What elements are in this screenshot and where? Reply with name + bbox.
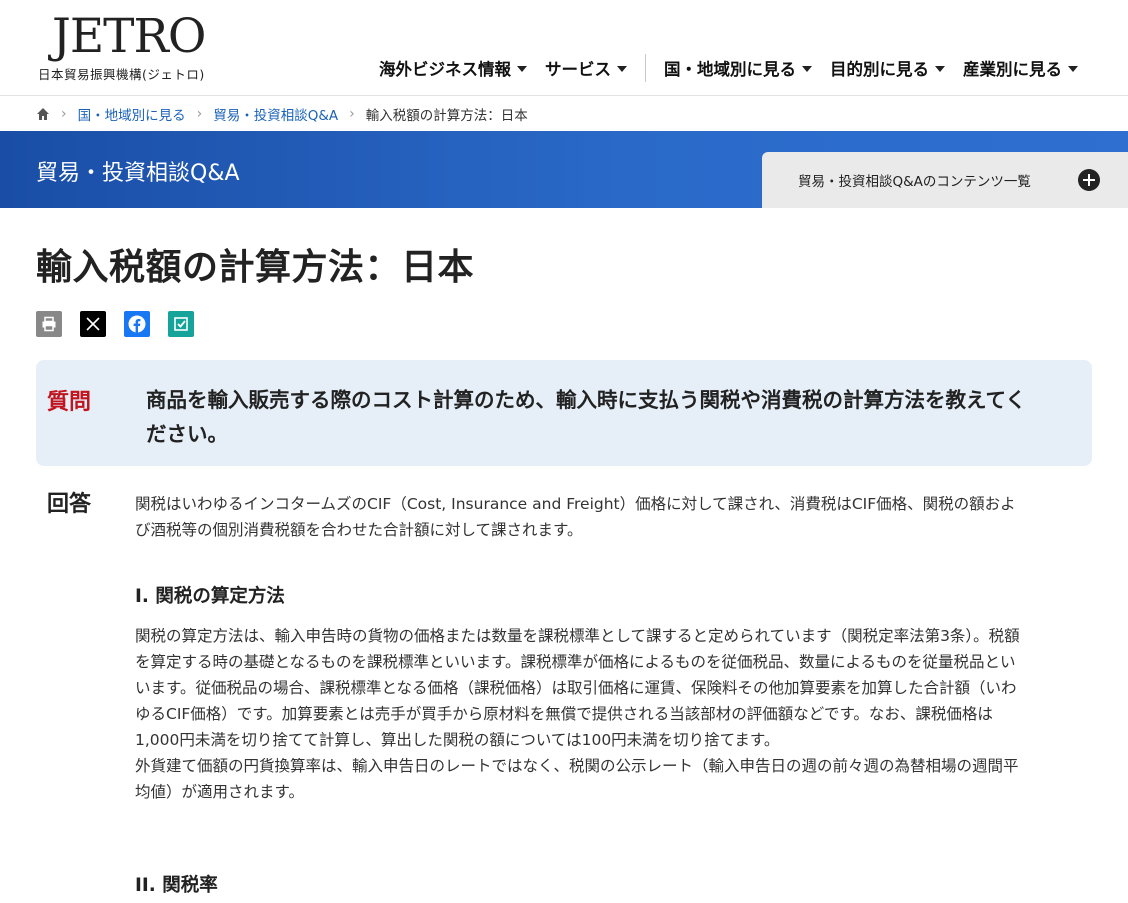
breadcrumb-current: 輸入税額の計算方法：日本	[365, 108, 528, 124]
caret-down-icon	[1068, 66, 1078, 72]
question-box: 質問 商品を輸入販売する際のコスト計算のため、輸入時に支払う関税や消費税の計算方…	[36, 360, 1092, 466]
nav-overseas-business-info[interactable]: 海外ビジネス情報	[379, 56, 527, 80]
jetro-logo[interactable]: JETRO 日本貿易振興機構(ジェトロ)	[38, 10, 208, 84]
facebook-share-button[interactable]	[124, 311, 150, 337]
facebook-icon	[128, 315, 146, 333]
nav-by-country[interactable]: 国・地域別に見る	[664, 56, 812, 80]
section-heading-tariff-rate: II. 関税率	[135, 875, 218, 896]
breadcrumb-link-by-country[interactable]: 国・地域別に見る	[78, 104, 186, 124]
section-title: 貿易・投資相談Q&A	[36, 161, 240, 186]
question-text: 商品を輸入販売する際のコスト計算のため、輸入時に支払う関税や消費税の計算方法を教…	[146, 388, 1026, 446]
caret-down-icon	[935, 66, 945, 72]
x-share-button[interactable]	[80, 311, 106, 337]
nav-services[interactable]: サービス	[545, 56, 627, 80]
nav-divider	[645, 54, 646, 82]
nav-label: サービス	[545, 60, 611, 79]
logo-wordmark: JETRO	[52, 9, 206, 64]
caret-down-icon	[517, 66, 527, 72]
paragraph: 関税の算定方法は、輸入申告時の貨物の価格または数量を課税標準として課すると定めら…	[135, 627, 1020, 749]
logo-subtitle: 日本貿易振興機構(ジェトロ)	[38, 67, 205, 82]
nav-label: 海外ビジネス情報	[379, 60, 511, 79]
caret-down-icon	[617, 66, 627, 72]
clip-check-icon	[174, 317, 188, 331]
x-logo-icon	[86, 317, 100, 331]
section-body-tariff-calculation: 関税の算定方法は、輸入申告時の貨物の価格または数量を課税標準として課すると定めら…	[135, 623, 1020, 805]
contents-list-toggle[interactable]: 貿易・投資相談Q&Aのコンテンツ一覧	[762, 152, 1128, 208]
nav-by-purpose[interactable]: 目的別に見る	[830, 56, 945, 80]
clip-button[interactable]	[168, 311, 194, 337]
caret-down-icon	[802, 66, 812, 72]
chevron-right-icon: ›	[349, 106, 355, 122]
contents-list-label: 貿易・投資相談Q&Aのコンテンツ一覧	[798, 174, 1031, 190]
nav-by-industry[interactable]: 産業別に見る	[963, 56, 1078, 80]
home-icon[interactable]	[36, 107, 50, 121]
section-band: 貿易・投資相談Q&A 貿易・投資相談Q&Aのコンテンツ一覧	[0, 131, 1128, 208]
print-button[interactable]	[36, 311, 62, 337]
page-title: 輸入税額の計算方法：日本	[36, 247, 475, 288]
site-header: JETRO 日本貿易振興機構(ジェトロ) 海外ビジネス情報 サービス 国・地域別…	[0, 0, 1128, 96]
chevron-right-icon: ›	[196, 106, 203, 122]
share-buttons	[36, 311, 212, 337]
print-icon	[42, 316, 56, 332]
global-nav: 海外ビジネス情報 サービス 国・地域別に見る 目的別に見る 産業別に見る	[361, 54, 1078, 82]
breadcrumb-link-qa[interactable]: 貿易・投資相談Q&A	[213, 104, 338, 124]
answer-summary: 関税はいわゆるインコタームズのCIF（Cost, Insurance and F…	[135, 495, 1016, 539]
chevron-right-icon: ›	[61, 106, 67, 122]
answer-label: 回答	[47, 492, 92, 517]
paragraph: 外貨建て価額の円貨換算率は、輸入申告日のレートではなく、税関の公示レート（輸入申…	[135, 757, 1019, 801]
section-heading-tariff-calculation: I. 関税の算定方法	[135, 586, 285, 607]
breadcrumb: › 国・地域別に見る › 貿易・投資相談Q&A › 輸入税額の計算方法：日本	[0, 97, 1128, 131]
plus-circle-icon	[1078, 169, 1100, 191]
nav-label: 産業別に見る	[963, 60, 1062, 79]
question-label: 質問	[47, 390, 92, 415]
nav-label: 国・地域別に見る	[664, 60, 796, 79]
nav-label: 目的別に見る	[830, 60, 929, 79]
